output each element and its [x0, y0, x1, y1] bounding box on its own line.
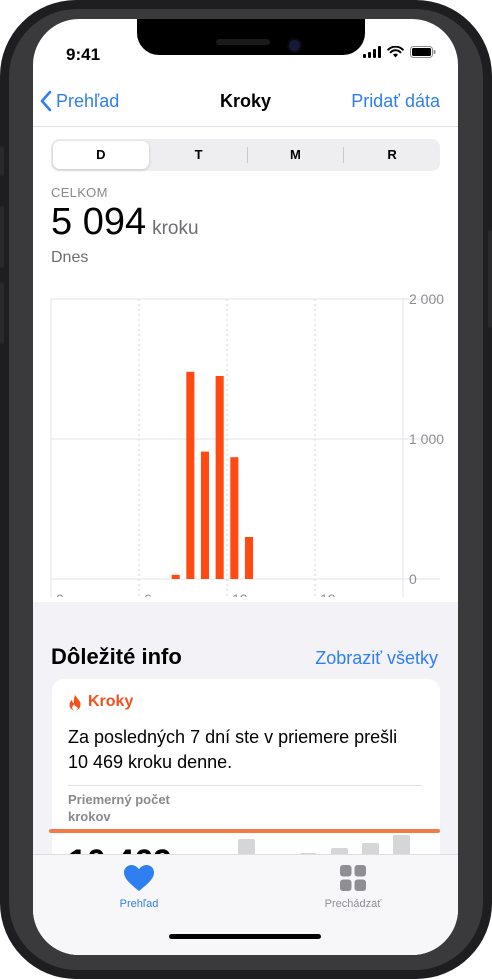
time-range-segmented-control: D T M R [51, 139, 440, 171]
step-bar [186, 371, 195, 579]
total-label: CELKOM [51, 185, 108, 200]
average-steps-label: Priemerný počet krokov [68, 792, 170, 824]
x-tick-label: 6 [144, 591, 152, 597]
step-bar [215, 376, 224, 579]
steps-chart[interactable]: 2 000 1 000 0 0 6 12 18 [33, 277, 458, 597]
y-tick-label: 2 000 [409, 291, 444, 307]
power-button [488, 230, 492, 328]
show-all-link[interactable]: Zobraziť všetky [315, 648, 438, 669]
average-line [49, 829, 440, 833]
volume-up-button [0, 206, 4, 268]
x-tick-label: 18 [320, 591, 336, 597]
back-button-label: Prehľad [56, 90, 120, 111]
flame-icon [69, 694, 81, 710]
home-indicator [169, 934, 321, 939]
cellular-signal-icon [363, 46, 381, 58]
x-tick-label: 12 [232, 591, 248, 597]
highlight-category: Kroky [88, 693, 134, 710]
chevron-left-icon [40, 90, 52, 112]
highlights-title: Dôležité info [51, 644, 182, 669]
tab-browse-label: Prechádzať [324, 898, 382, 910]
y-tick-label: 1 000 [409, 431, 444, 447]
total-steps: 5 094 kroku [51, 201, 199, 244]
volume-down-button [0, 282, 4, 344]
front-camera [287, 38, 302, 53]
notch [137, 19, 365, 55]
step-bar [230, 457, 239, 579]
highlight-text: Za posledných 7 dní ste v priemere prešl… [68, 727, 398, 772]
card-divider [68, 785, 422, 786]
total-date: Dnes [51, 249, 89, 266]
step-bar [200, 451, 210, 579]
segment-month[interactable]: M [248, 139, 344, 171]
grid-icon [340, 865, 366, 891]
phone-frame: 9:41 Prehľad Kroky Pridať dáta D T M R C… [0, 0, 492, 979]
wifi-icon [387, 46, 404, 58]
battery-icon [410, 46, 436, 58]
tab-summary-label: Prehľad [119, 898, 159, 910]
segment-year[interactable]: R [344, 139, 440, 171]
heart-icon [124, 865, 154, 891]
back-button[interactable]: Prehľad [39, 90, 119, 112]
mute-switch [0, 146, 4, 176]
total-steps-value: 5 094 [51, 201, 147, 243]
x-tick-label: 0 [56, 591, 64, 597]
status-icons [363, 46, 436, 58]
segment-day[interactable]: D [53, 141, 149, 169]
step-bar [244, 537, 254, 579]
y-tick-label: 0 [409, 571, 417, 587]
total-steps-unit: kroku [152, 218, 199, 239]
highlight-card-header: Kroky [68, 693, 133, 711]
segment-week[interactable]: T [151, 139, 247, 171]
add-data-button[interactable]: Pridať dáta [351, 91, 440, 112]
step-bar [171, 574, 180, 579]
tab-browse[interactable]: Prechádzať [293, 864, 413, 910]
tab-summary[interactable]: Prehľad [79, 864, 199, 910]
status-time: 9:41 [66, 45, 101, 64]
speaker-grille [216, 39, 270, 45]
highlight-card[interactable]: Kroky Za posledných 7 dní ste v priemere… [52, 679, 440, 879]
screen: 9:41 Prehľad Kroky Pridať dáta D T M R C… [33, 19, 458, 955]
